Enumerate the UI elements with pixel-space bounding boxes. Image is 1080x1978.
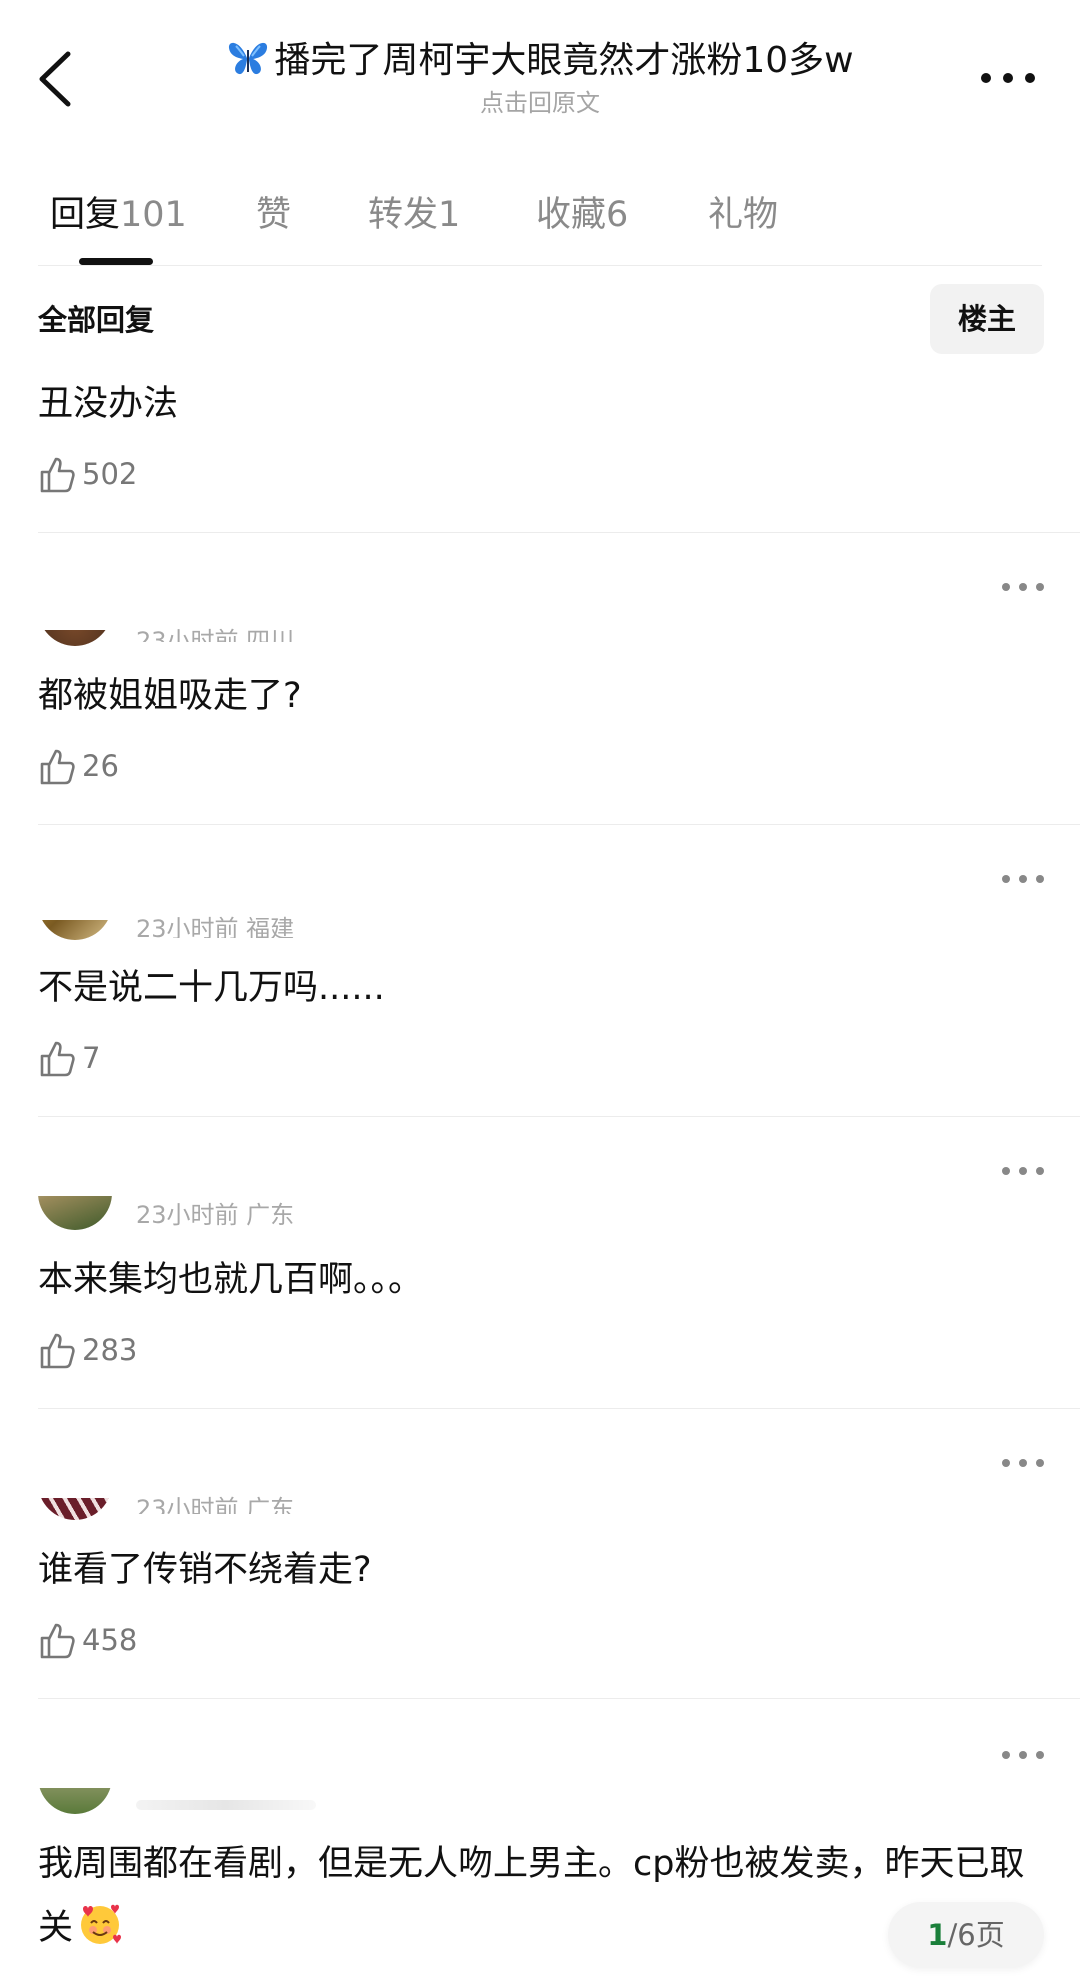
avatar[interactable] — [38, 1788, 112, 1814]
comment-text: 丑没办法 — [38, 384, 179, 424]
more-icon[interactable] — [1000, 578, 1046, 596]
more-icon[interactable] — [1000, 1454, 1046, 1472]
comment-text: 谁看了传销不绕着走? — [38, 1550, 372, 1590]
butterfly-icon — [229, 42, 268, 75]
comment-text: 本来集均也就几百啊。。。 — [38, 1260, 424, 1300]
more-icon[interactable] — [1000, 1162, 1046, 1180]
more-icon[interactable] — [978, 62, 1038, 94]
tab-count: 101 — [120, 195, 187, 235]
avatar[interactable] — [38, 630, 112, 646]
chevron-left-icon[interactable] — [34, 48, 78, 110]
comment-text: 不是说二十几万吗...... — [38, 968, 385, 1008]
top-bar: 播完了周柯宇大眼竟然才涨粉10多w 点击回原文 — [0, 0, 1080, 150]
all-replies-label[interactable]: 全部回复 — [38, 300, 154, 340]
owner-only-button[interactable]: 楼主 — [930, 284, 1044, 354]
like-count: 502 — [82, 457, 138, 491]
divider — [38, 532, 1080, 533]
divider — [38, 824, 1080, 825]
total-pages: /6页 — [947, 1918, 1005, 1952]
tab-label: 转发 — [368, 195, 439, 235]
tab-gifts[interactable]: 礼物 — [708, 190, 778, 240]
more-icon[interactable] — [1000, 1746, 1046, 1764]
tab-count: 1 — [438, 195, 461, 235]
thumbs-up-icon — [40, 1623, 75, 1659]
comment-meta: 23小时前 广东 — [136, 1201, 295, 1229]
more-icon[interactable] — [1000, 870, 1046, 888]
current-page: 1 — [927, 1918, 948, 1952]
like-count: 7 — [82, 1041, 101, 1075]
like-count: 283 — [82, 1333, 138, 1367]
like-count: 26 — [82, 749, 119, 783]
avatar[interactable] — [38, 920, 112, 940]
active-tab-indicator — [79, 258, 153, 265]
avatar[interactable] — [38, 1498, 112, 1520]
tab-label: 收藏 — [536, 195, 607, 235]
divider — [38, 1116, 1080, 1117]
thumbs-up-icon — [40, 1333, 75, 1369]
thumbs-up-icon — [40, 457, 75, 493]
divider — [38, 1408, 1080, 1409]
like-count: 458 — [82, 1623, 138, 1657]
tab-count: 6 — [606, 195, 629, 235]
tab-likes[interactable]: 赞 — [256, 190, 291, 240]
divider — [38, 1698, 1080, 1699]
thumbs-up-icon — [40, 1041, 75, 1077]
tab-bar: 回复101 赞 转发1 收藏6 礼物 — [0, 180, 1080, 266]
comment-meta: 23小时前 福建 — [136, 915, 295, 938]
tab-favorites[interactable]: 收藏6 — [536, 190, 628, 240]
thumbs-up-icon — [40, 749, 75, 785]
comment-meta-obscured — [136, 1800, 316, 1810]
post-title-text: 播完了周柯宇大眼竟然才涨粉10多w — [274, 40, 854, 81]
comment-meta: 23小时前 广东 — [136, 1495, 295, 1514]
comment-text: 都被姐姐吸走了? — [38, 676, 302, 716]
tab-label: 赞 — [256, 195, 292, 235]
back-to-original-link[interactable]: 点击回原文 — [160, 86, 920, 120]
divider — [38, 265, 1042, 266]
post-title: 播完了周柯宇大眼竟然才涨粉10多w — [160, 36, 920, 86]
tab-replies[interactable]: 回复101 — [50, 190, 187, 240]
tab-label: 回复 — [50, 195, 121, 235]
avatar[interactable] — [38, 1196, 112, 1230]
tab-label: 礼物 — [708, 195, 779, 235]
comment-meta: 23小时前 四川 — [136, 627, 295, 642]
smiling-face-with-hearts-icon — [81, 1904, 122, 1944]
comment-text-body: 我周围都在看剧，但是无人吻上男主。cp粉也被发卖，昨天已取关 — [38, 1844, 1025, 1948]
page-indicator[interactable]: 1/6页 — [888, 1902, 1044, 1968]
tab-reposts[interactable]: 转发1 — [368, 190, 460, 240]
title-area[interactable]: 播完了周柯宇大眼竟然才涨粉10多w 点击回原文 — [160, 36, 920, 120]
